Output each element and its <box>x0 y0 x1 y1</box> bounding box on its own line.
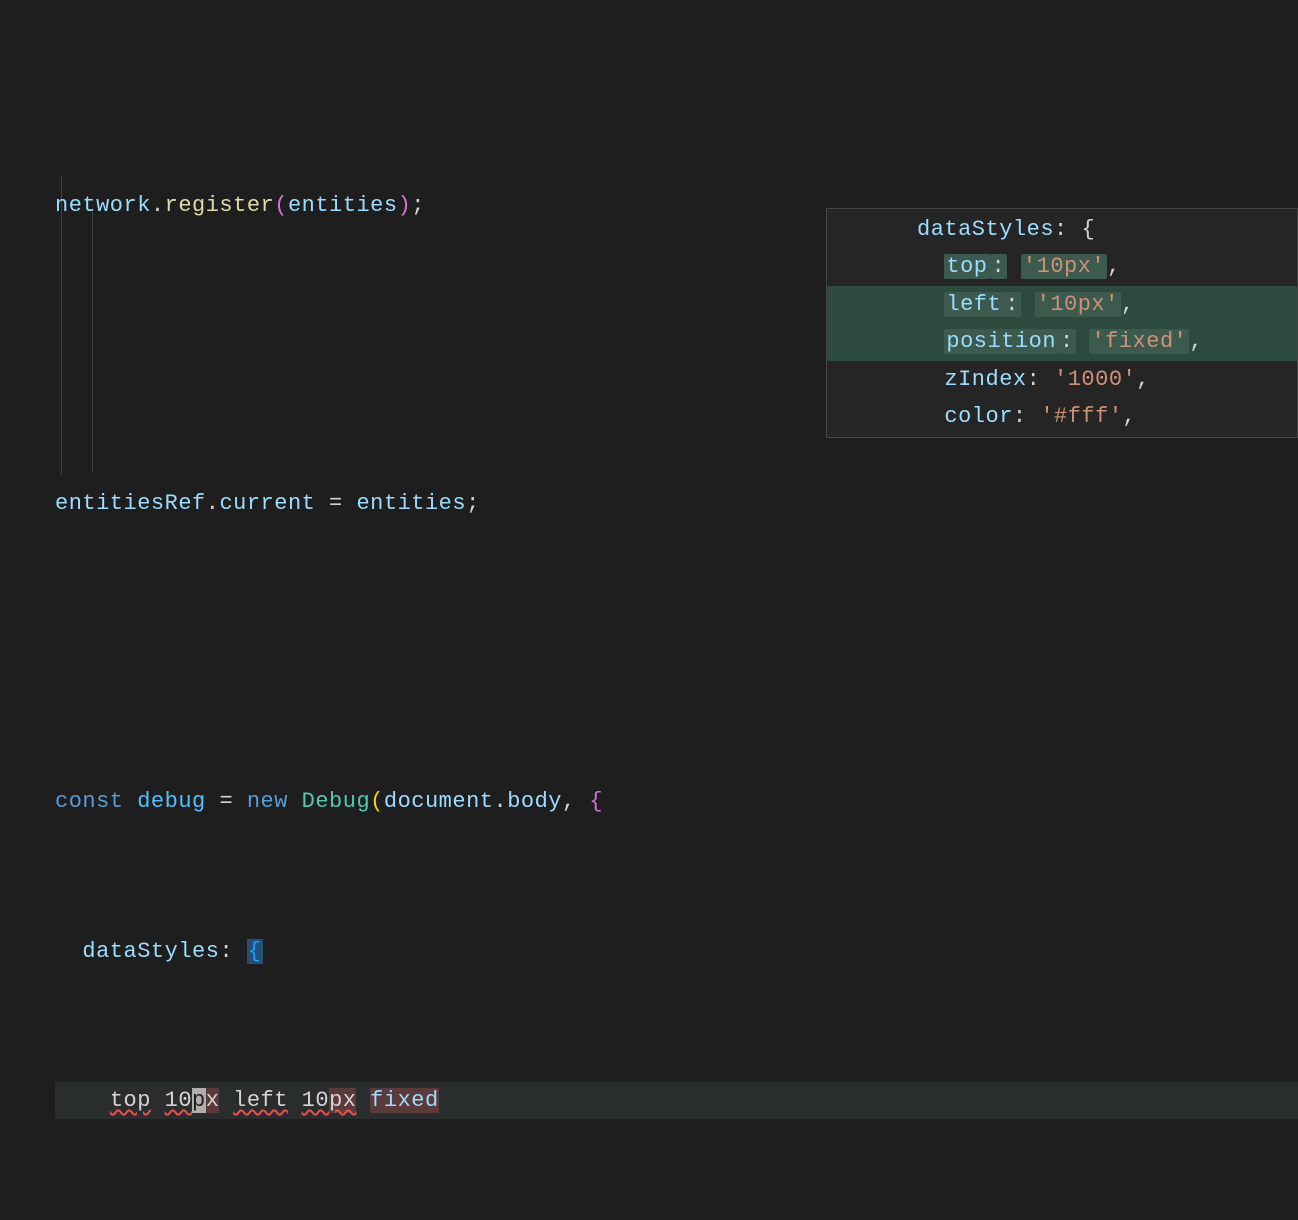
property: body <box>507 789 562 814</box>
suggestion-line: dataStyles: { <box>827 211 1297 248</box>
brace-match: { <box>247 939 263 964</box>
property: left <box>944 292 1003 317</box>
code-line[interactable]: dataStyles: { <box>55 933 1298 970</box>
string: '#fff' <box>1040 404 1122 429</box>
punctuation: : <box>219 939 233 964</box>
paren: ( <box>370 789 384 814</box>
inline-suggestion-panel[interactable]: dataStyles: { top: '10px', left: '10px',… <box>826 208 1298 438</box>
error-token: px <box>329 1088 356 1113</box>
property: current <box>219 491 315 516</box>
punctuation: ; <box>411 193 425 218</box>
error-token: left <box>233 1088 288 1113</box>
keyword: const <box>55 789 124 814</box>
suggestion-line: left: '10px', <box>827 286 1297 323</box>
string: '10px' <box>1021 254 1107 279</box>
punctuation: . <box>494 789 508 814</box>
property: zIndex <box>944 367 1026 392</box>
property: dataStyles <box>82 939 219 964</box>
punctuation: . <box>151 193 165 218</box>
punctuation: . <box>206 491 220 516</box>
suggestion-line: color: '#fff', <box>827 398 1297 435</box>
code-line-active[interactable]: top 10px left 10px fixed <box>55 1082 1298 1119</box>
operator: = <box>315 491 356 516</box>
string: '10px' <box>1035 292 1121 317</box>
const-name: debug <box>137 789 206 814</box>
punctuation: , <box>562 789 589 814</box>
code-line[interactable] <box>55 634 1298 671</box>
property: position <box>944 329 1058 354</box>
identifier: entitiesRef <box>55 491 206 516</box>
suggestion-line: top: '10px', <box>827 248 1297 285</box>
identifier: network <box>55 193 151 218</box>
code-line[interactable]: entitiesRef.current = entities; <box>55 485 1298 522</box>
brace: { <box>1081 217 1095 242</box>
property: dataStyles <box>917 217 1054 242</box>
code-line[interactable]: const debug = new Debug(document.body, { <box>55 784 1298 821</box>
error-token: top <box>110 1088 151 1113</box>
error-token: fixed <box>370 1088 439 1113</box>
property: color <box>944 404 1013 429</box>
function-name: register <box>165 193 275 218</box>
error-token: x <box>206 1088 220 1113</box>
identifier: document <box>384 789 494 814</box>
code-editor[interactable]: network.register(entities); entitiesRef.… <box>0 0 1298 1220</box>
identifier: entities <box>288 193 398 218</box>
suggestion-line: position: 'fixed', <box>827 323 1297 360</box>
error-token: 10 <box>165 1088 192 1113</box>
text-cursor: p <box>192 1088 206 1113</box>
identifier: entities <box>356 491 466 516</box>
string: 'fixed' <box>1089 329 1189 354</box>
keyword: new <box>247 789 288 814</box>
property: top <box>944 254 989 279</box>
paren: ( <box>274 193 288 218</box>
paren: ) <box>398 193 412 218</box>
suggestion-line: zIndex: '1000', <box>827 361 1297 398</box>
string: '1000' <box>1054 367 1136 392</box>
type-name: Debug <box>302 789 371 814</box>
operator: = <box>219 789 233 814</box>
brace: { <box>589 789 603 814</box>
error-token: 10 <box>302 1088 329 1113</box>
punctuation: ; <box>466 491 480 516</box>
